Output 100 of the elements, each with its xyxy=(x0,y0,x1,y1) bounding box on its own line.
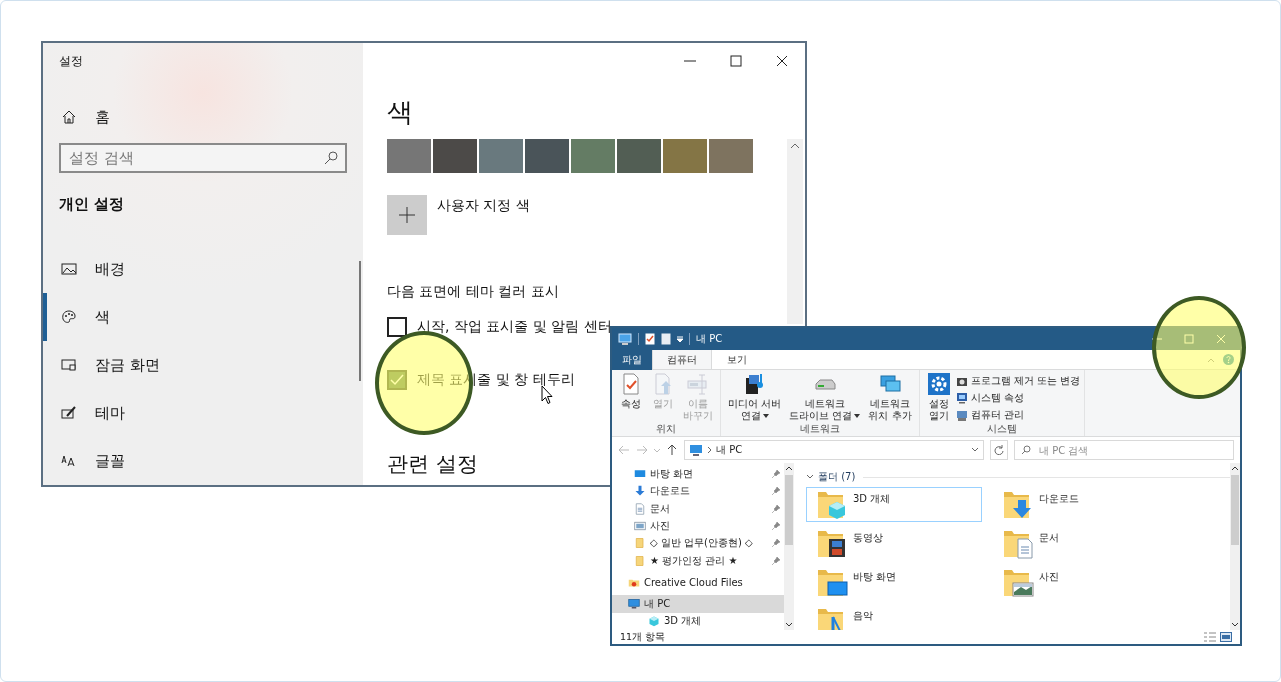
home-link[interactable]: 홈 xyxy=(61,103,347,131)
section-heading: 개인 설정 xyxy=(59,194,125,213)
document-icon[interactable] xyxy=(661,333,671,345)
page-heading: 색 xyxy=(387,97,413,127)
sidebar-item[interactable]: 잠금 화면 xyxy=(43,341,347,389)
nav-item[interactable]: Creative Cloud Files xyxy=(612,573,784,592)
download-icon xyxy=(634,485,646,498)
ribbon-button[interactable]: 미디어 서버 연결 xyxy=(725,372,785,422)
window-title: 내 PC xyxy=(696,332,723,346)
address-bar[interactable]: 내 PC xyxy=(684,440,984,460)
add-color-button[interactable] xyxy=(387,195,427,235)
color-swatch[interactable] xyxy=(617,139,661,173)
sidebar-item[interactable]: 테마 xyxy=(43,389,347,437)
chevron-icon[interactable] xyxy=(806,474,814,480)
cube-icon xyxy=(648,615,660,628)
checkmark-icon xyxy=(390,374,404,386)
nav-item[interactable]: 다운로드 xyxy=(612,482,784,500)
folder-item[interactable]: 3D 개체 xyxy=(806,487,982,522)
pin-icon[interactable] xyxy=(772,469,780,478)
surfaces-label: 다음 표면에 테마 컬러 표시 xyxy=(387,283,559,299)
image-icon xyxy=(61,261,77,277)
sidebar-item[interactable]: 배경 xyxy=(43,245,347,293)
ribbon-tab[interactable]: 컴퓨터 xyxy=(652,350,712,369)
close-button[interactable] xyxy=(1216,334,1226,344)
nav-item[interactable]: 바탕 화면 xyxy=(612,465,784,483)
dropdown-icon[interactable] xyxy=(971,447,979,453)
back-icon[interactable] xyxy=(618,444,630,456)
search-icon xyxy=(323,149,339,166)
caret-icon xyxy=(762,413,769,418)
pin-icon[interactable] xyxy=(772,504,780,513)
plus-icon xyxy=(399,207,415,223)
maximize-button[interactable] xyxy=(1184,334,1194,344)
group-label: 네트워크 xyxy=(799,423,840,434)
checklist-icon[interactable] xyxy=(645,333,655,345)
computer-icon xyxy=(955,409,968,421)
color-swatch[interactable] xyxy=(571,139,615,173)
pin-icon[interactable] xyxy=(772,522,780,531)
forward-icon[interactable] xyxy=(636,444,648,456)
color-swatch[interactable] xyxy=(663,139,707,173)
brush-icon xyxy=(61,405,77,421)
window-title: 설정 xyxy=(59,54,83,68)
refresh-icon xyxy=(994,445,1004,455)
scrollbar[interactable] xyxy=(784,463,794,630)
nav-item[interactable]: ★ 평가인정 관리 ★ xyxy=(612,552,784,570)
details-view-icon[interactable] xyxy=(1204,632,1216,642)
nav-item[interactable]: 문서 xyxy=(612,499,784,518)
scroll-down-icon[interactable] xyxy=(1231,622,1239,628)
help-icon[interactable] xyxy=(1223,354,1234,365)
ribbon-button[interactable]: 프로그램 제거 또는 변경 xyxy=(955,374,1081,388)
folder-item[interactable]: 바탕 화면 xyxy=(806,565,982,600)
ribbon-button[interactable]: 설정 열기 xyxy=(923,372,954,422)
color-swatch[interactable] xyxy=(387,139,431,173)
folder-item[interactable]: 동영상 xyxy=(806,526,982,561)
sidebar-item[interactable]: 글꼴 xyxy=(43,437,347,485)
pin-icon[interactable] xyxy=(772,487,780,496)
color-swatch[interactable] xyxy=(525,139,569,173)
up-icon[interactable] xyxy=(666,444,678,456)
ribbon-button[interactable]: 네트워크 드라이브 연결 xyxy=(786,372,864,422)
nav-item[interactable]: ◇ 일반 업무(안종현) ◇ xyxy=(612,534,784,553)
color-swatch[interactable] xyxy=(433,139,477,173)
folder-item[interactable]: 다운로드 xyxy=(992,487,1168,522)
collapse-icon[interactable] xyxy=(1207,356,1215,363)
color-swatch[interactable] xyxy=(709,139,753,173)
scroll-down-icon[interactable] xyxy=(785,622,793,628)
folder-item[interactable]: 사진 xyxy=(992,565,1168,600)
scroll-up-icon[interactable] xyxy=(785,465,793,471)
search-field[interactable]: 설정 검색 xyxy=(59,142,347,173)
nav-item[interactable]: 3D 개체 xyxy=(612,612,784,630)
folder-item[interactable]: 음악 xyxy=(806,604,982,630)
ribbon-button[interactable]: 컴퓨터 관리 xyxy=(955,408,1081,422)
ribbon-button[interactable]: 네트워크 위치 추가 xyxy=(865,372,915,422)
scroll-up-icon[interactable] xyxy=(790,143,800,149)
folder-item[interactable]: 문서 xyxy=(992,526,1168,561)
desktop-icon xyxy=(634,467,646,480)
folder-icon xyxy=(634,537,646,550)
color-swatch[interactable] xyxy=(479,139,523,173)
ribbon-button[interactable]: 속성 xyxy=(616,372,646,422)
group-label: 위치 xyxy=(656,423,676,434)
scrollbar[interactable] xyxy=(1230,463,1240,630)
computer-icon xyxy=(689,444,703,456)
nav-item[interactable]: 사진 xyxy=(612,517,784,535)
cursor-icon xyxy=(541,385,553,405)
group-label: 시스템 xyxy=(986,423,1017,434)
maximize-icon xyxy=(730,55,742,67)
tiles-view-icon[interactable] xyxy=(1220,632,1232,642)
checkbox-label: 시작, 작업 표시줄 및 알림 센터 xyxy=(417,318,612,336)
checkbox[interactable] xyxy=(387,317,407,337)
pin-icon[interactable] xyxy=(772,556,780,565)
document-icon xyxy=(634,502,646,515)
checkbox[interactable] xyxy=(387,370,407,390)
scrollbar[interactable] xyxy=(787,139,803,324)
group-header[interactable]: 폴더 (7) xyxy=(818,470,856,484)
font-icon xyxy=(61,453,77,469)
ribbon-button[interactable]: 시스템 속성 xyxy=(955,391,1081,405)
nav-item[interactable]: 내 PC xyxy=(612,595,784,613)
rename-icon xyxy=(686,372,710,396)
pin-icon[interactable] xyxy=(772,539,780,548)
sidebar-item[interactable]: 색 xyxy=(43,293,347,341)
scroll-up-icon[interactable] xyxy=(1231,465,1239,471)
refresh-button[interactable] xyxy=(990,440,1008,460)
